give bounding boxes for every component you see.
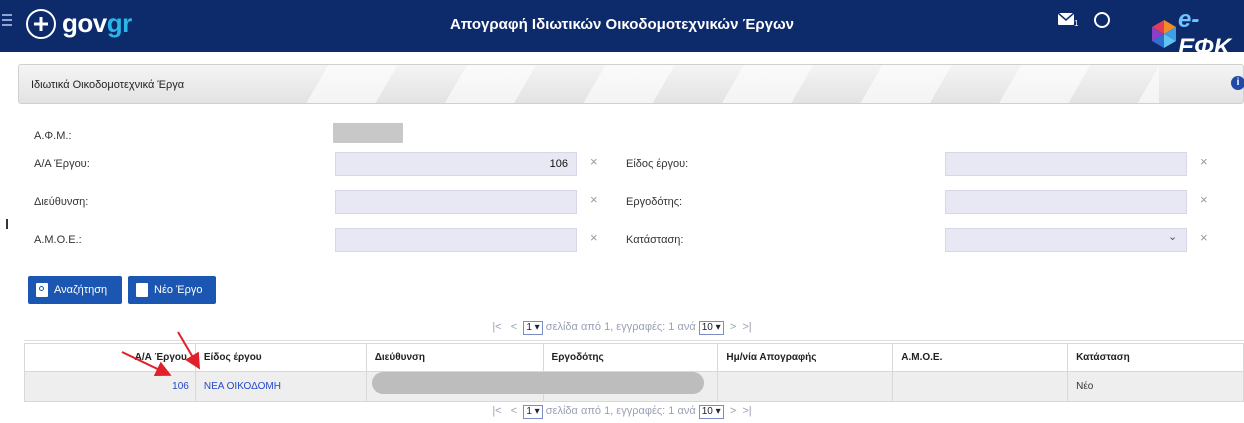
employer-label: Εργοδότης: bbox=[626, 196, 683, 208]
type-input[interactable] bbox=[945, 152, 1187, 176]
status-select[interactable] bbox=[945, 228, 1187, 252]
mail-icon[interactable]: 1 bbox=[1057, 12, 1079, 28]
prev-page-button-bottom[interactable]: < bbox=[511, 405, 517, 417]
per-page-select[interactable]: 10 ▾ bbox=[698, 321, 724, 335]
section-title-bar: Ιδιωτικά Οικοδομοτεχνικά Έργα i bbox=[18, 64, 1244, 104]
search-button[interactable]: Αναζήτηση bbox=[28, 276, 122, 304]
search-icon bbox=[36, 283, 48, 297]
amoe-clear-icon[interactable]: × bbox=[590, 230, 598, 245]
redacted-address-employer bbox=[372, 372, 704, 394]
per-page-select-bottom[interactable]: 10 ▾ bbox=[698, 405, 724, 419]
aa-clear-icon[interactable]: × bbox=[590, 154, 598, 169]
efk-logo-text: e-ΕΦΚ bbox=[1178, 6, 1232, 61]
user-account-icon[interactable] bbox=[1094, 12, 1110, 28]
prev-page-button[interactable]: < bbox=[511, 321, 517, 333]
arrow-to-type bbox=[177, 331, 201, 370]
page-select-bottom[interactable]: 1 ▾ bbox=[523, 405, 543, 419]
pager-bottom: |< < 1 ▾ σελίδα από 1, εγγραφές: 1 ανά 1… bbox=[0, 405, 1244, 419]
amoe-input[interactable] bbox=[335, 228, 577, 252]
efk-logo-icon bbox=[1148, 18, 1180, 50]
info-icon[interactable]: i bbox=[1231, 76, 1244, 90]
new-project-button[interactable]: Νέο Έργο bbox=[128, 276, 216, 304]
employer-input[interactable] bbox=[945, 190, 1187, 214]
status-label: Κατάσταση: bbox=[626, 234, 684, 246]
top-header: govgr Απογραφή Ιδιωτικών Οικοδομοτεχνικώ… bbox=[0, 0, 1244, 61]
last-page-button[interactable]: >| bbox=[742, 321, 751, 333]
chevron-down-icon[interactable]: ⌄ bbox=[1168, 230, 1177, 243]
last-page-button-bottom[interactable]: >| bbox=[742, 405, 751, 417]
cell-status: Νέο bbox=[1067, 371, 1244, 402]
aa-input[interactable]: 106 bbox=[335, 152, 577, 176]
arrow-to-aa bbox=[121, 351, 172, 377]
type-label: Είδος έργου: bbox=[626, 158, 689, 170]
status-clear-icon[interactable]: × bbox=[1200, 230, 1208, 245]
mail-count-badge: 1 bbox=[1074, 19, 1079, 28]
document-icon bbox=[136, 283, 148, 297]
col-header-address[interactable]: Διεύθυνση bbox=[365, 343, 544, 372]
page-select[interactable]: 1 ▾ bbox=[523, 321, 543, 335]
address-input[interactable] bbox=[335, 190, 577, 214]
afm-value-redacted bbox=[333, 123, 403, 143]
pager-text: σελίδα από 1, εγγραφές: 1 ανά bbox=[545, 321, 696, 333]
type-clear-icon[interactable]: × bbox=[1200, 154, 1208, 169]
annotation-arrows bbox=[121, 331, 201, 377]
address-clear-icon[interactable]: × bbox=[590, 192, 598, 207]
pager-text-bottom: σελίδα από 1, εγγραφές: 1 ανά bbox=[545, 405, 696, 417]
first-page-button-bottom[interactable]: |< bbox=[492, 405, 501, 417]
next-page-button[interactable]: > bbox=[730, 321, 736, 333]
section-title: Ιδιωτικά Οικοδομοτεχνικά Έργα bbox=[31, 79, 185, 91]
next-page-button-bottom[interactable]: > bbox=[730, 405, 736, 417]
afm-label: Α.Φ.Μ.: bbox=[34, 130, 72, 142]
col-header-employer[interactable]: Εργοδότης bbox=[542, 343, 719, 372]
cell-date bbox=[717, 371, 894, 402]
efk-logo: e-ΕΦΚ bbox=[1148, 6, 1244, 62]
aa-label: Α/Α Έργου: bbox=[34, 158, 90, 170]
amoe-label: Α.Μ.Ο.Ε.: bbox=[34, 234, 82, 246]
col-header-date[interactable]: Ημ/νία Απογραφής bbox=[717, 343, 894, 372]
col-header-status[interactable]: Κατάσταση bbox=[1067, 343, 1244, 372]
address-label: Διεύθυνση: bbox=[34, 196, 89, 208]
employer-clear-icon[interactable]: × bbox=[1200, 192, 1208, 207]
first-page-button[interactable]: |< bbox=[492, 321, 501, 333]
col-header-amoe[interactable]: Α.Μ.Ο.Ε. bbox=[892, 343, 1069, 372]
cell-amoe bbox=[892, 371, 1069, 402]
